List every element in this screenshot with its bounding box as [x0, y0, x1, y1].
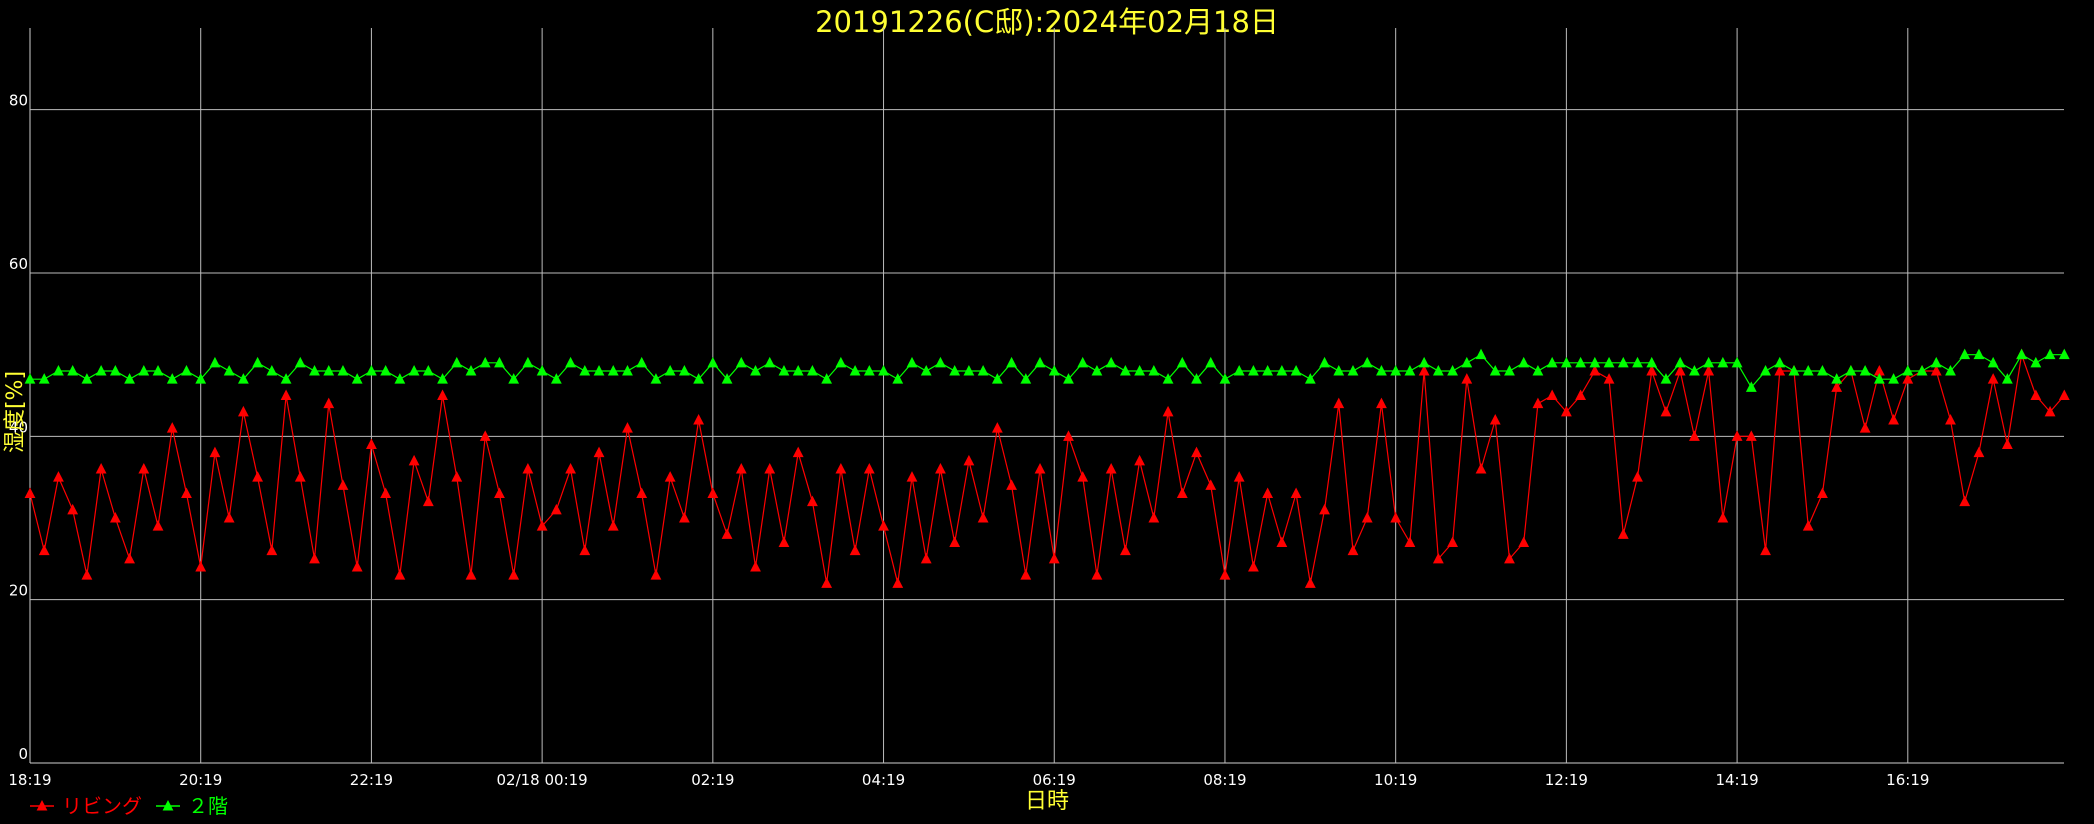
- humidity-line-chart: 20191226(C邸):2024年02月18日 020406080 18:19…: [0, 0, 2094, 824]
- y-tick-label: 80: [9, 92, 28, 110]
- legend-label: ２階: [188, 794, 228, 818]
- x-tick-label: 02:19: [691, 771, 734, 789]
- y-tick-label: 60: [9, 255, 28, 273]
- x-tick-label: 16:19: [1886, 771, 1929, 789]
- chart-title: 20191226(C邸):2024年02月18日: [815, 5, 1279, 39]
- x-axis-label: 日時: [1025, 789, 1069, 814]
- y-axis-label: 湿度[%]: [3, 371, 28, 453]
- x-tick-label: 08:19: [1203, 771, 1246, 789]
- x-tick-label: 20:19: [179, 771, 222, 789]
- x-tick-label: 02/18 00:19: [497, 771, 588, 789]
- x-tick-label: 10:19: [1374, 771, 1417, 789]
- x-tick-label: 22:19: [350, 771, 393, 789]
- x-tick-label: 06:19: [1033, 771, 1076, 789]
- legend-label: リビング: [62, 794, 142, 818]
- x-tick-label: 12:19: [1545, 771, 1588, 789]
- chart-background: [0, 0, 2094, 824]
- y-tick-label: 0: [18, 745, 28, 763]
- y-tick-label: 20: [9, 582, 28, 600]
- x-tick-label: 04:19: [862, 771, 905, 789]
- x-tick-label: 14:19: [1715, 771, 1758, 789]
- x-tick-label: 18:19: [8, 771, 51, 789]
